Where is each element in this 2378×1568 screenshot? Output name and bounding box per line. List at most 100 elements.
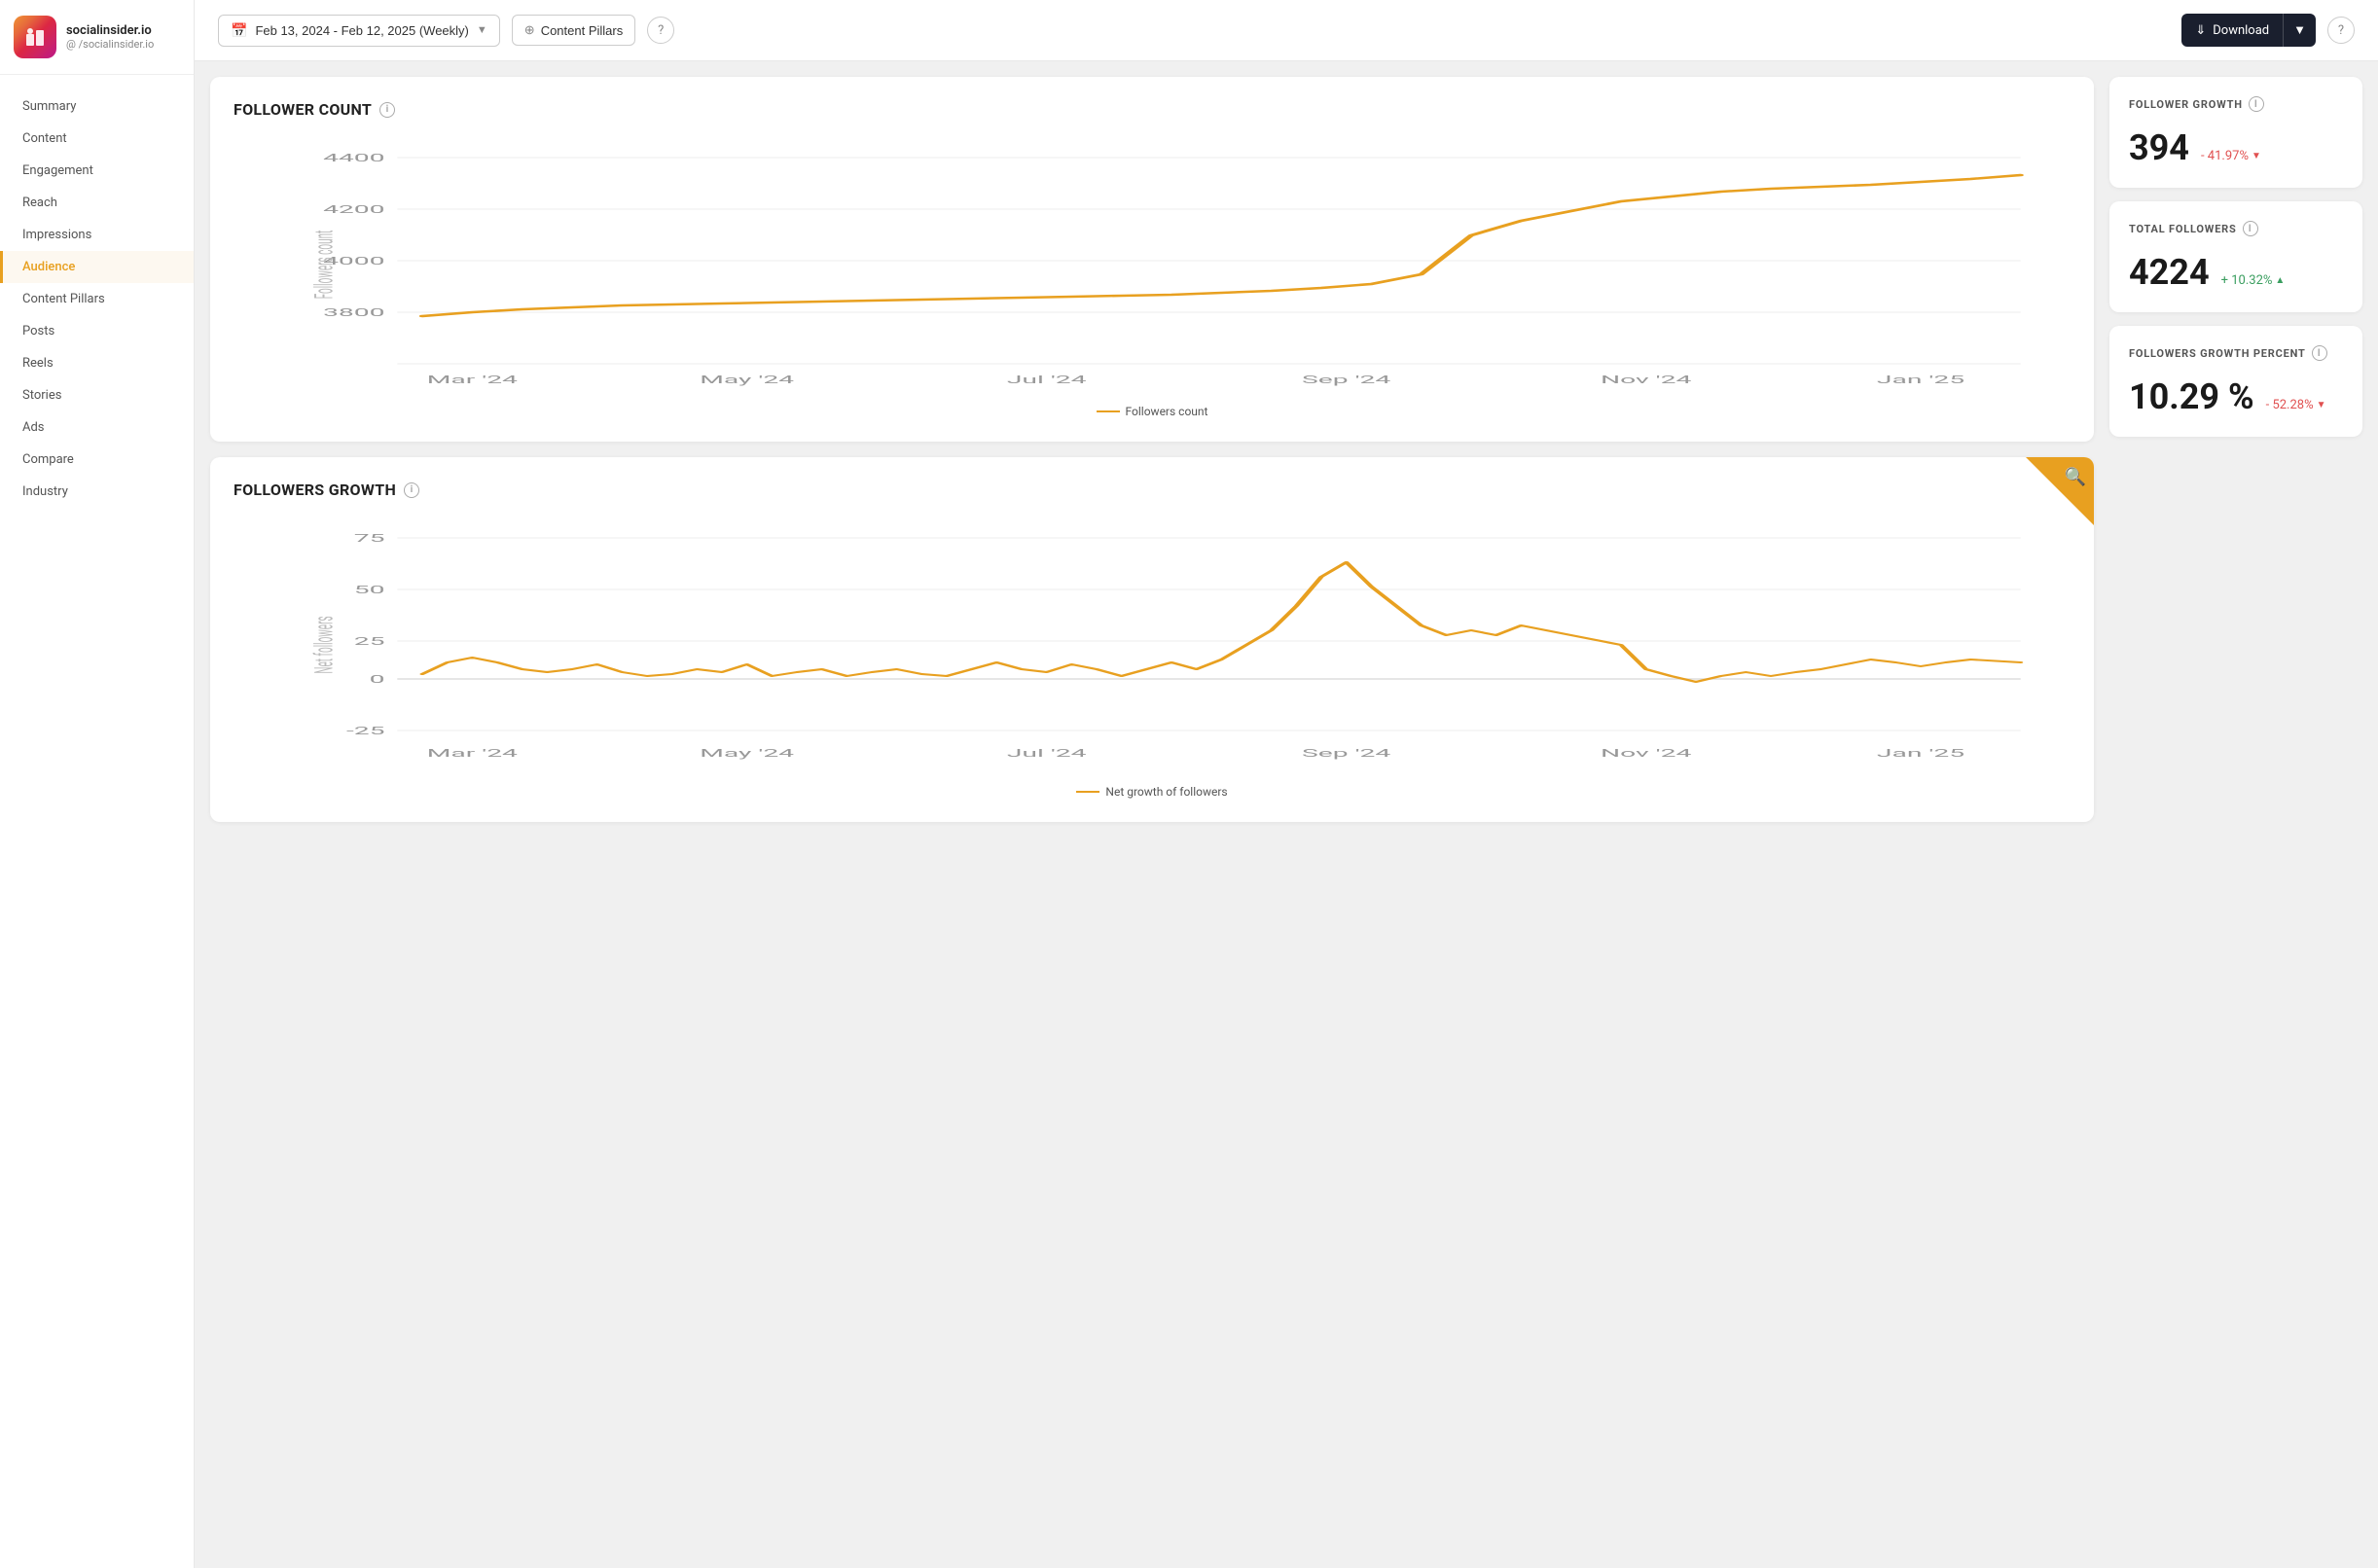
date-range-label: Feb 13, 2024 - Feb 12, 2025 (Weekly): [255, 23, 468, 38]
svg-text:4400: 4400: [323, 152, 384, 164]
follower-growth-stat-title: FOLLOWER GROWTH i: [2129, 96, 2343, 112]
svg-text:Jul '24: Jul '24: [1007, 747, 1087, 760]
svg-text:Jan '25: Jan '25: [1877, 747, 1964, 760]
brand-handle: @ /socialinsider.io: [66, 38, 154, 51]
legend-line-2: [1076, 791, 1099, 793]
legend-line: [1097, 410, 1120, 412]
svg-text:50: 50: [354, 584, 385, 596]
svg-text:Followers count: Followers count: [309, 231, 339, 300]
total-followers-value: 4224: [2129, 252, 2210, 293]
follower-count-card: FOLLOWER COUNT i 4400 4200 4000: [210, 77, 2094, 442]
download-main[interactable]: ⇓ Download: [2181, 16, 2283, 46]
magnifier-icon: 🔍: [2065, 467, 2086, 487]
follower-count-svg: 4400 4200 4000 3800 Mar '24 May '24 Jul …: [272, 138, 2071, 391]
follower-growth-legend: Net growth of followers: [234, 785, 2071, 799]
sidebar-item-content[interactable]: Content: [0, 123, 194, 155]
svg-text:May '24: May '24: [700, 374, 794, 386]
svg-text:-25: -25: [346, 725, 385, 737]
main-content: 📅 Feb 13, 2024 - Feb 12, 2025 (Weekly) ▼…: [195, 0, 2378, 1568]
svg-text:75: 75: [354, 532, 385, 545]
download-arrow[interactable]: ▼: [2284, 15, 2316, 46]
svg-text:3800: 3800: [323, 306, 384, 319]
svg-text:Net followers: Net followers: [309, 616, 339, 673]
chevron-down-icon: ▼: [2293, 22, 2306, 38]
follower-count-title: FOLLOWER COUNT i: [234, 100, 2071, 119]
svg-text:25: 25: [354, 635, 385, 648]
sidebar-item-impressions[interactable]: Impressions: [0, 219, 194, 251]
growth-percent-change: - 52.28% ▼: [2266, 398, 2326, 412]
total-followers-stat-info[interactable]: i: [2243, 221, 2258, 236]
growth-percent-stat-title: FOLLOWERS GROWTH PERCENT i: [2129, 345, 2343, 361]
follower-growth-stat-card: FOLLOWER GROWTH i 394 - 41.97% ▼: [2109, 77, 2362, 188]
svg-text:Jan '25: Jan '25: [1877, 374, 1964, 386]
chevron-down-icon: ▼: [477, 24, 487, 36]
growth-percent-value: 10.29 %: [2129, 376, 2254, 417]
total-followers-stat-title: TOTAL FOLLOWERS i: [2129, 221, 2343, 236]
sidebar-item-ads[interactable]: Ads: [0, 411, 194, 444]
charts-column: FOLLOWER COUNT i 4400 4200 4000: [210, 77, 2094, 1552]
follower-growth-info-icon[interactable]: i: [404, 482, 419, 498]
sidebar-item-summary[interactable]: Summary: [0, 90, 194, 123]
sidebar-item-industry[interactable]: Industry: [0, 476, 194, 508]
follower-count-chart-wrapper: 4400 4200 4000 3800 Mar '24 May '24 Jul …: [234, 138, 2071, 395]
sidebar-item-reach[interactable]: Reach: [0, 187, 194, 219]
follower-growth-value: 394: [2129, 127, 2189, 168]
svg-text:Sep '24: Sep '24: [1302, 747, 1390, 760]
brand-info: socialinsider.io @ /socialinsider.io: [66, 23, 154, 51]
svg-text:Nov '24: Nov '24: [1601, 747, 1691, 760]
svg-text:Mar '24: Mar '24: [427, 747, 518, 760]
sidebar-item-audience[interactable]: Audience: [0, 251, 194, 283]
total-followers-change: + 10.32% ▲: [2221, 273, 2286, 288]
content-area: FOLLOWER COUNT i 4400 4200 4000: [195, 61, 2378, 1568]
svg-text:May '24: May '24: [700, 747, 794, 760]
sidebar-item-reels[interactable]: Reels: [0, 347, 194, 379]
sidebar: socialinsider.io @ /socialinsider.io Sum…: [0, 0, 195, 1568]
download-icon: ⇓: [2195, 23, 2206, 38]
svg-text:Jul '24: Jul '24: [1007, 374, 1087, 386]
download-label: Download: [2213, 23, 2269, 38]
topbar: 📅 Feb 13, 2024 - Feb 12, 2025 (Weekly) ▼…: [195, 0, 2378, 61]
sidebar-header: socialinsider.io @ /socialinsider.io: [0, 0, 194, 75]
svg-text:0: 0: [370, 673, 385, 686]
follower-growth-title: FOLLOWERS GROWTH i: [234, 481, 2071, 499]
content-pillars-button[interactable]: ⊕ Content Pillars: [512, 15, 635, 46]
sidebar-item-content-pillars[interactable]: Content Pillars: [0, 283, 194, 315]
follower-growth-stat-row: 394 - 41.97% ▼: [2129, 127, 2343, 168]
down-arrow-icon-2: ▼: [2317, 400, 2326, 410]
download-button[interactable]: ⇓ Download ▼: [2181, 14, 2316, 47]
growth-percent-stat-card: FOLLOWERS GROWTH PERCENT i 10.29 % - 52.…: [2109, 326, 2362, 437]
svg-text:Nov '24: Nov '24: [1601, 374, 1691, 386]
follower-growth-svg: 75 50 25 0 -25 Mar '24 May '24 Jul '24 S…: [272, 518, 2071, 771]
follower-growth-chart-wrapper: 75 50 25 0 -25 Mar '24 May '24 Jul '24 S…: [234, 518, 2071, 775]
svg-text:Mar '24: Mar '24: [427, 374, 518, 386]
pillars-icon: ⊕: [524, 22, 535, 38]
follower-count-info-icon[interactable]: i: [379, 102, 395, 118]
up-arrow-icon: ▲: [2275, 275, 2285, 286]
follower-growth-card: 🔍 FOLLOWERS GROWTH i 75: [210, 457, 2094, 822]
follower-count-legend: Followers count: [234, 405, 2071, 418]
follower-growth-change: - 41.97% ▼: [2201, 149, 2261, 163]
help-button-inline[interactable]: ?: [647, 17, 674, 44]
legend-label: Followers count: [1126, 405, 1208, 418]
total-followers-stat-row: 4224 + 10.32% ▲: [2129, 252, 2343, 293]
total-followers-stat-card: TOTAL FOLLOWERS i 4224 + 10.32% ▲: [2109, 201, 2362, 312]
svg-text:Sep '24: Sep '24: [1302, 374, 1390, 386]
date-range-picker[interactable]: 📅 Feb 13, 2024 - Feb 12, 2025 (Weekly) ▼: [218, 15, 500, 47]
sidebar-item-posts[interactable]: Posts: [0, 315, 194, 347]
brand-name: socialinsider.io: [66, 23, 154, 38]
brand-logo: [14, 16, 56, 58]
svg-text:4200: 4200: [323, 203, 384, 216]
sidebar-item-engagement[interactable]: Engagement: [0, 155, 194, 187]
growth-percent-stat-row: 10.29 % - 52.28% ▼: [2129, 376, 2343, 417]
sidebar-item-stories[interactable]: Stories: [0, 379, 194, 411]
legend-label-2: Net growth of followers: [1105, 785, 1227, 799]
growth-percent-stat-info[interactable]: i: [2312, 345, 2327, 361]
follower-growth-stat-info[interactable]: i: [2249, 96, 2264, 112]
down-arrow-icon: ▼: [2252, 151, 2261, 161]
calendar-icon: 📅: [231, 22, 247, 39]
stats-column: FOLLOWER GROWTH i 394 - 41.97% ▼ TOTAL F…: [2109, 77, 2362, 1552]
sidebar-item-compare[interactable]: Compare: [0, 444, 194, 476]
help-button[interactable]: ?: [2327, 17, 2355, 44]
content-pillars-label: Content Pillars: [541, 23, 624, 38]
sidebar-nav: SummaryContentEngagementReachImpressions…: [0, 75, 194, 523]
